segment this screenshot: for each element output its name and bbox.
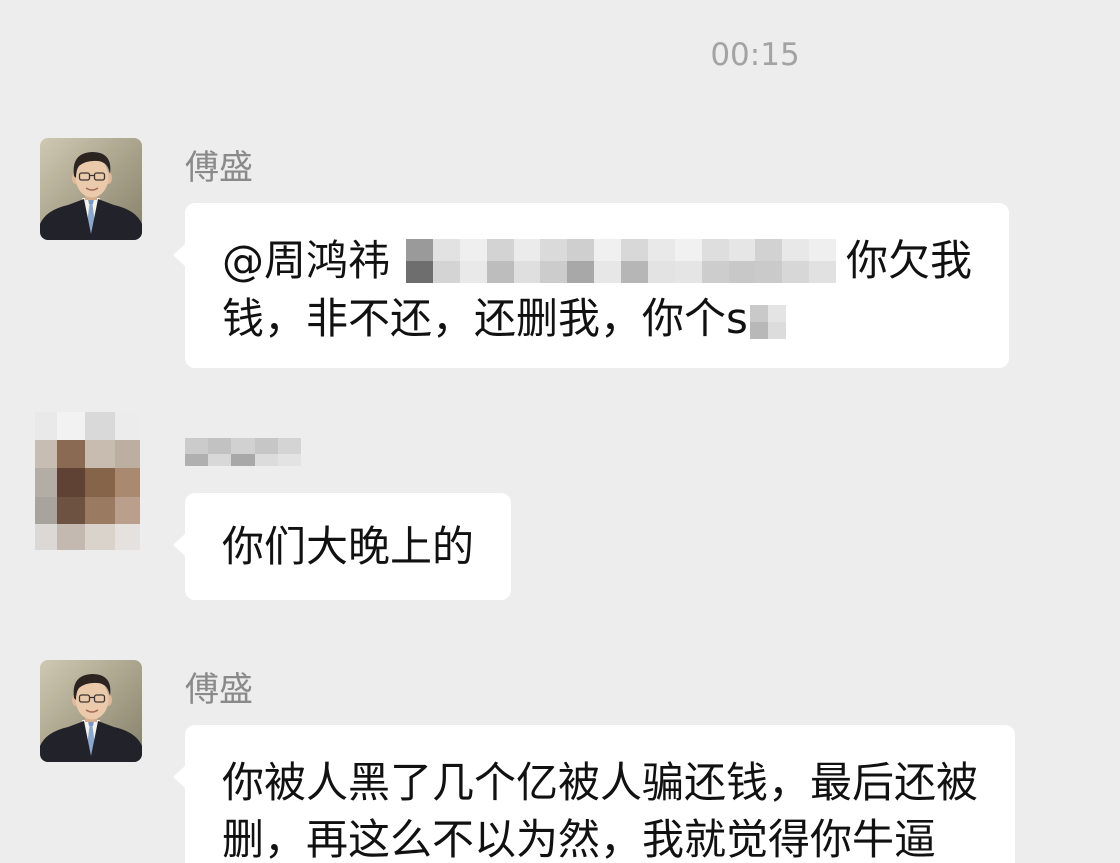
message-line: 你们大晚上的 (222, 522, 475, 571)
avatar-portrait (40, 138, 142, 240)
mosaic-cell (185, 454, 209, 466)
message-line: 钱，非不还，还删我，你个s (222, 297, 972, 341)
mosaic-cell (85, 497, 115, 524)
mosaic-cell (231, 454, 255, 466)
mosaic-cell (406, 239, 433, 261)
mosaic-cell (540, 239, 568, 261)
mosaic-cell (594, 239, 622, 261)
message-bubble[interactable]: 你被人黑了几个亿被人骗还钱，最后还被 删，再这么不以为然，我就觉得你牛逼 (172, 725, 1016, 863)
message-text: @周鸿祎 (222, 236, 391, 285)
mosaic-cell (406, 261, 433, 283)
mosaic-cell (513, 239, 541, 261)
mosaic-cell (567, 239, 595, 261)
mosaic-cell (115, 440, 140, 468)
mosaic-cell (701, 261, 729, 283)
message-line: 删，再这么不以为然，我就觉得你牛逼 (222, 815, 937, 863)
mosaic-cell (749, 304, 768, 322)
mosaic-cell (35, 468, 57, 497)
mosaic-cell (115, 524, 140, 550)
mosaic-cell (35, 412, 57, 440)
sender-name: 傅盛 (185, 148, 253, 188)
mosaic-cell (782, 261, 810, 283)
sender-name: 傅盛 (185, 670, 253, 710)
mosaic-cell (486, 261, 514, 283)
mosaic-cell (567, 261, 595, 283)
message-bubble[interactable]: 你们大晚上的 (172, 493, 512, 600)
mosaic-cell (701, 239, 729, 261)
mosaic-cell (459, 261, 487, 283)
mosaic-cell (459, 239, 487, 261)
pixelated-avatar[interactable] (35, 412, 140, 550)
chat-screen[interactable]: 00:15 傅盛 @周鸿祎 你欠我 钱，非不还，还删我，你个s 你们大晚上的 傅盛… (0, 0, 1120, 863)
pixelated-text (406, 239, 837, 283)
mosaic-cell (35, 440, 57, 468)
mosaic-cell (85, 412, 115, 440)
mosaic-cell (647, 261, 675, 283)
mosaic-cell (809, 261, 837, 283)
mosaic-cell (674, 261, 702, 283)
mosaic-cell (767, 304, 786, 322)
mosaic-cell (208, 454, 232, 466)
mosaic-cell (594, 261, 622, 283)
mosaic-cell (35, 497, 57, 524)
mosaic-cell (208, 438, 232, 454)
mosaic-cell (254, 454, 278, 466)
mosaic-cell (432, 239, 460, 261)
mosaic-cell (57, 524, 85, 550)
mosaic-cell (486, 239, 514, 261)
mosaic-cell (674, 239, 702, 261)
mosaic-cell (115, 468, 140, 497)
mosaic-cell (185, 438, 209, 454)
mosaic-cell (432, 261, 460, 283)
mosaic-cell (85, 468, 115, 497)
mosaic-cell (115, 497, 140, 524)
mosaic-cell (540, 261, 568, 283)
mosaic-cell (57, 497, 85, 524)
message-bubble[interactable]: @周鸿祎 你欠我 钱，非不还，还删我，你个s (172, 203, 1010, 368)
mosaic-cell (231, 438, 255, 454)
mosaic-cell (85, 440, 115, 468)
mosaic-cell (782, 239, 810, 261)
mosaic-cell (85, 524, 115, 550)
pixelated-text (749, 304, 786, 339)
message-line: @周鸿祎 你欠我 (222, 239, 972, 283)
mosaic-cell (767, 321, 786, 339)
avatar-portrait (40, 660, 142, 762)
sender-avatar[interactable] (40, 138, 142, 240)
mosaic-cell (57, 412, 85, 440)
message-timestamp: 00:15 (710, 37, 800, 73)
mosaic-cell (755, 261, 783, 283)
mosaic-cell (728, 239, 756, 261)
mosaic-cell (57, 440, 85, 468)
mosaic-cell (621, 239, 648, 261)
mosaic-cell (277, 438, 301, 454)
mosaic-cell (621, 261, 648, 283)
mosaic-cell (513, 261, 541, 283)
pixelated-sender-name (185, 438, 301, 466)
mosaic-cell (728, 261, 756, 283)
mosaic-cell (755, 239, 783, 261)
mosaic-cell (57, 468, 85, 497)
sender-avatar[interactable] (40, 660, 142, 762)
mosaic-cell (809, 239, 837, 261)
mosaic-cell (115, 412, 140, 440)
mosaic-cell (749, 321, 768, 339)
mosaic-cell (647, 239, 675, 261)
mosaic-cell (277, 454, 301, 466)
mosaic-cell (35, 524, 57, 550)
message-text: 你欠我 (846, 236, 973, 285)
message-line: 你被人黑了几个亿被人骗还钱，最后还被 (222, 758, 979, 807)
mosaic-cell (254, 438, 278, 454)
message-text: 钱，非不还，还删我，你个s (222, 294, 748, 343)
